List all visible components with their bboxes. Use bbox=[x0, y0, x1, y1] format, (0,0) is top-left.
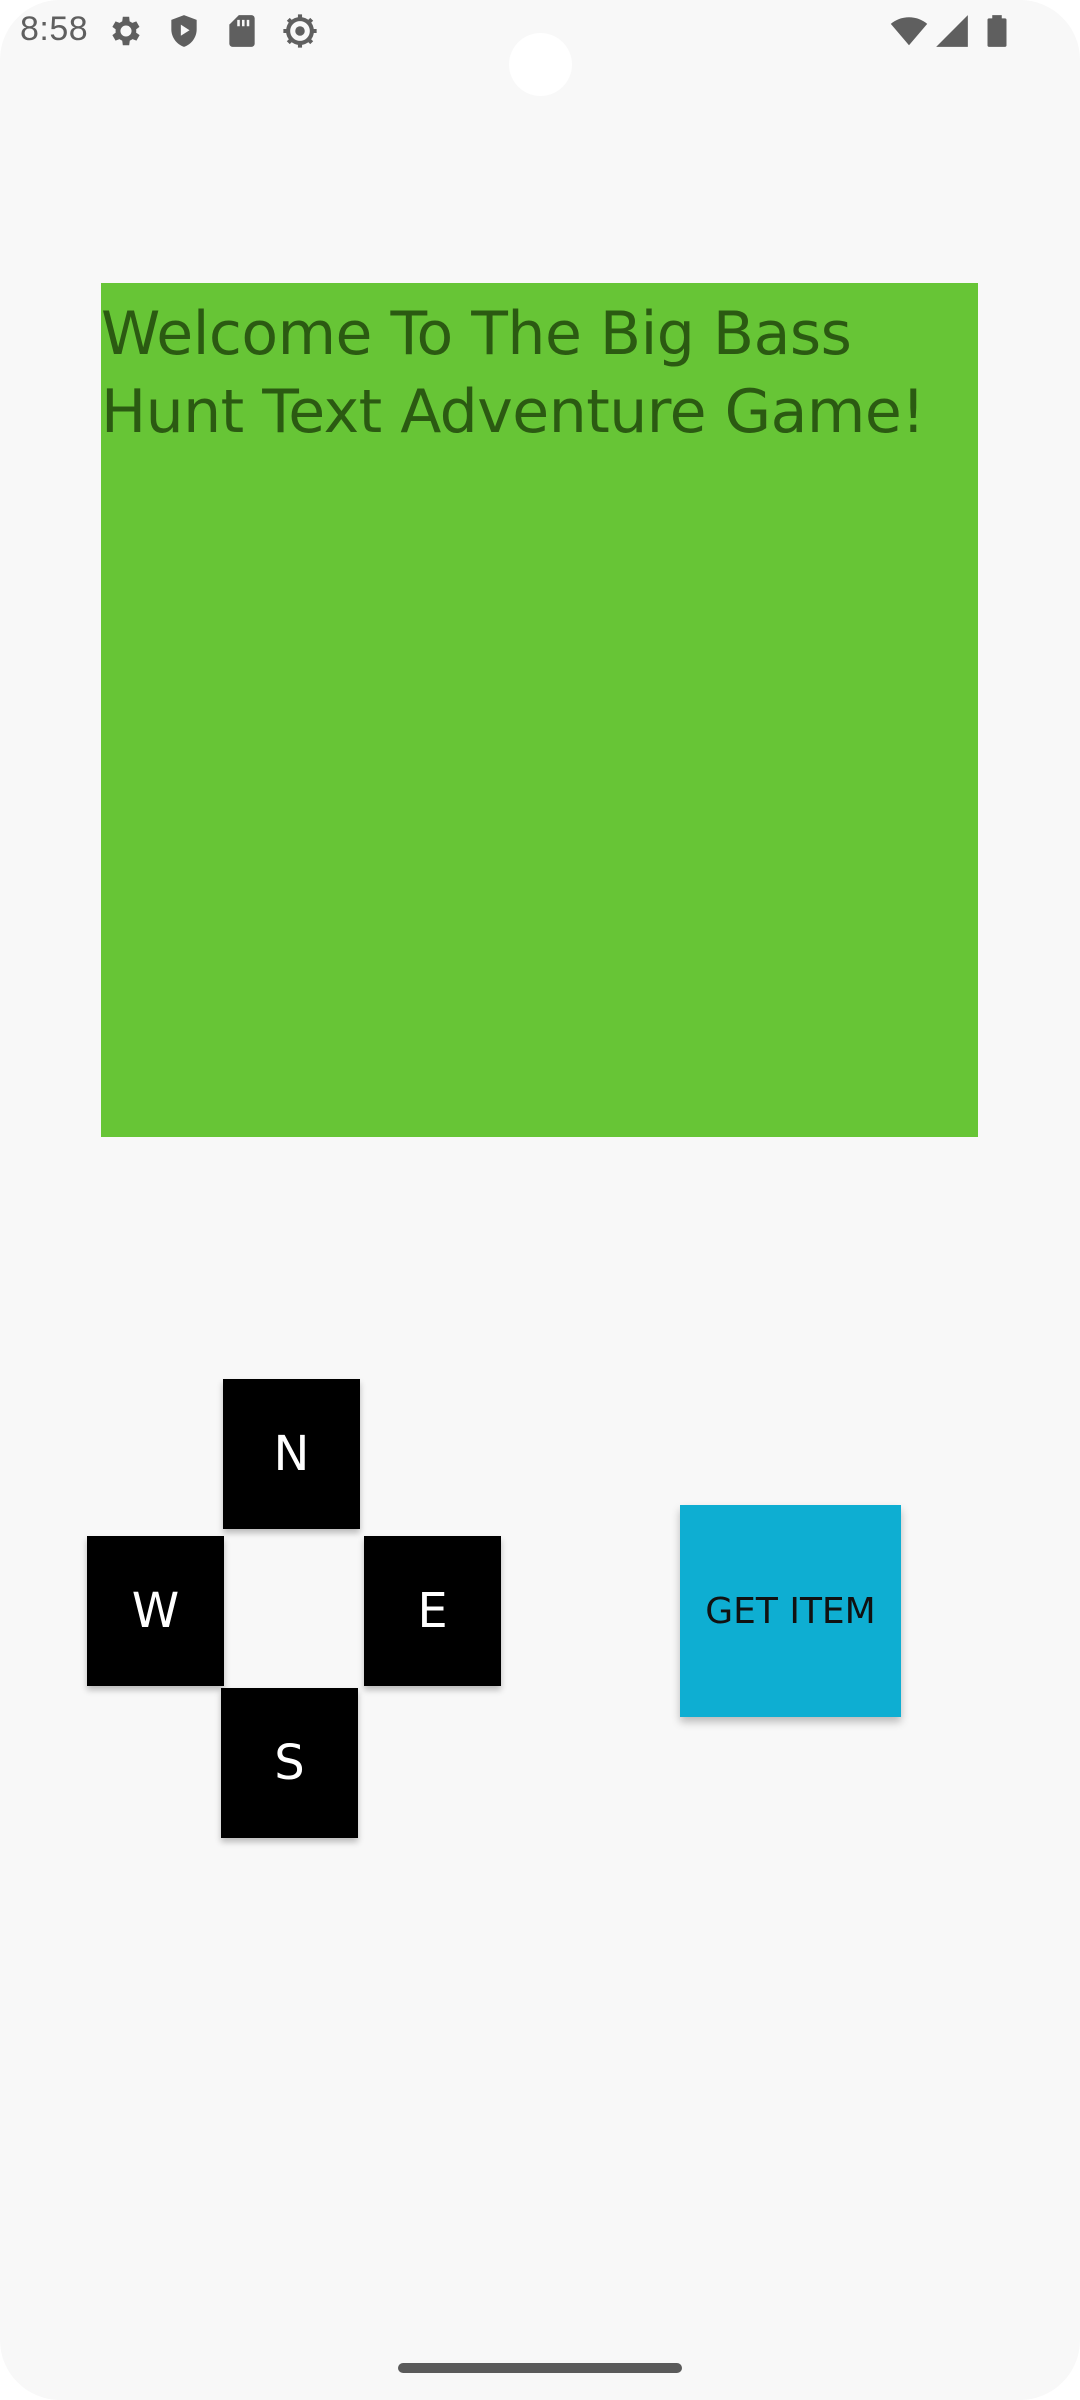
game-text-panel: Welcome To The Big Bass Hunt Text Advent… bbox=[101, 283, 978, 1137]
game-message: Welcome To The Big Bass Hunt Text Advent… bbox=[101, 299, 925, 447]
status-time: 8:58 bbox=[20, 10, 89, 48]
battery-icon bbox=[978, 12, 1016, 50]
north-button[interactable]: N bbox=[223, 1379, 360, 1529]
sd-card-icon bbox=[223, 12, 261, 50]
west-button[interactable]: W bbox=[87, 1536, 224, 1686]
debug-gear-icon bbox=[281, 12, 319, 50]
get-item-button[interactable]: GET ITEM bbox=[680, 1505, 901, 1717]
wifi-icon bbox=[890, 12, 928, 50]
shield-play-icon bbox=[165, 12, 203, 50]
east-button[interactable]: E bbox=[364, 1536, 501, 1686]
gesture-nav-handle[interactable] bbox=[398, 2363, 682, 2373]
south-button[interactable]: S bbox=[221, 1688, 358, 1838]
camera-cutout bbox=[509, 33, 572, 96]
app-screen: 8:58 Welcome To The Big Bass Hunt Text A… bbox=[0, 0, 1080, 2400]
cellular-signal-icon bbox=[933, 12, 971, 50]
settings-icon bbox=[107, 12, 145, 50]
